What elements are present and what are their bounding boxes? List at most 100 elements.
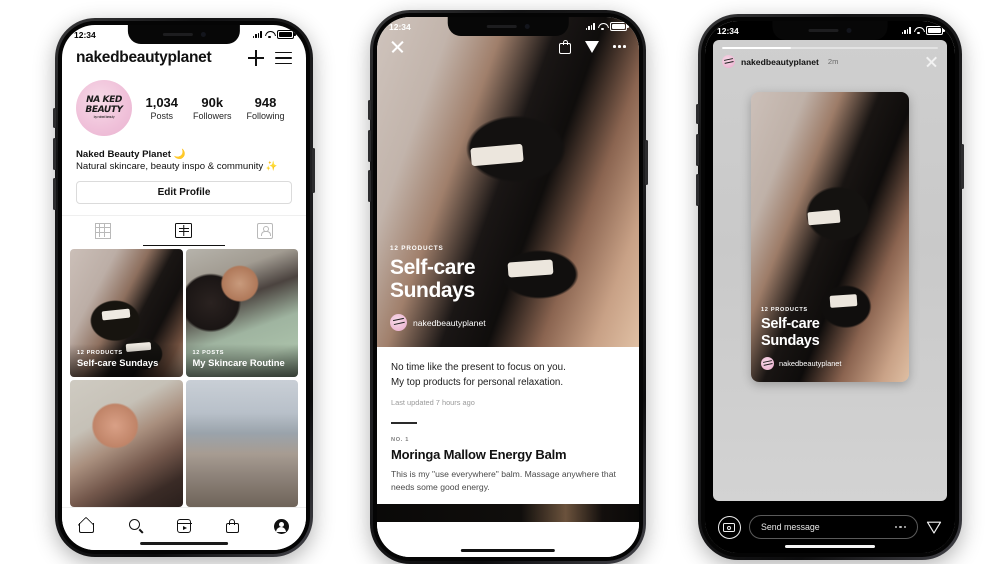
phone-volume-down-button: [368, 170, 371, 202]
avatar-logo-tagline: by naked beauty: [93, 115, 115, 120]
battery-icon: [610, 21, 629, 32]
stat-posts[interactable]: 1,034 Posts: [145, 95, 178, 121]
guide-card[interactable]: 12 POSTS My Skincare Routine: [185, 249, 298, 377]
phone-power-button: [645, 140, 648, 185]
product-image-strip: [377, 504, 639, 523]
camera-icon[interactable]: [718, 515, 741, 539]
profile-header-actions: [248, 50, 292, 66]
phone-mute-switch: [696, 104, 699, 124]
guide-title: Self-care Sundays: [390, 256, 626, 303]
guides-grid: 12 PRODUCTS Self-care Sundays 12 POSTS M…: [62, 246, 306, 507]
guide-card-overlay: 12 PRODUCTS Self-care Sundays: [70, 343, 183, 377]
cellular-signal-icon: [901, 27, 911, 34]
send-paper-plane-icon[interactable]: [585, 40, 600, 54]
story-card-author-row: nakedbeautyplanet: [761, 357, 899, 370]
guide-title-line1: Self-care: [390, 255, 476, 279]
product-title: Moringa Mallow Energy Balm: [391, 446, 567, 462]
status-bar: 12:34: [62, 25, 306, 44]
story-shared-guide-card[interactable]: 12 PRODUCTS Self-care Sundays nakedbeaut…: [751, 92, 909, 382]
story-card-text: 12 PRODUCTS Self-care Sundays nakedbeaut…: [761, 307, 899, 370]
story-username[interactable]: nakedbeautyplanet: [741, 57, 819, 67]
profile-screen-content: nakedbeautyplanet NA KED BEAUTY by naked…: [62, 25, 306, 550]
phone-screen-profile: 12:34 nakedbeautyplanet NA KED BEAUTY by…: [62, 25, 306, 550]
avatar[interactable]: [722, 55, 735, 68]
guide-card-kicker: 12 POSTS: [192, 349, 225, 356]
close-x-icon[interactable]: [390, 39, 405, 54]
send-paper-plane-icon[interactable]: [926, 519, 942, 535]
hamburger-menu-icon[interactable]: [275, 51, 292, 65]
guide-author-name: nakedbeautyplanet: [413, 317, 486, 328]
stat-followers[interactable]: 90k Followers: [193, 95, 232, 121]
story-timestamp: 2m: [827, 57, 839, 66]
guide-author-row[interactable]: nakedbeautyplanet: [390, 314, 626, 331]
guide-card-title: Self-care Sundays: [77, 356, 159, 368]
avatar: [390, 314, 407, 331]
battery-icon: [926, 25, 945, 36]
screenshot-stage: 12:34 nakedbeautyplanet NA KED BEAUTY by…: [0, 0, 1000, 564]
guide-title-line2: Sundays: [390, 279, 475, 303]
shopping-bag-icon[interactable]: [226, 519, 240, 533]
wifi-icon: [598, 23, 607, 30]
profile-header: nakedbeautyplanet: [76, 49, 292, 67]
profile-stats-row: NA KED BEAUTY by naked beauty 1,034 Post…: [76, 80, 292, 136]
plus-icon[interactable]: [248, 50, 264, 66]
page-title: nakedbeautyplanet: [76, 49, 212, 66]
phone-guide-mockup: 12:34 12 PRODUCTS Self-care Sundays nake…: [368, 10, 648, 564]
status-bar: 12:34: [377, 17, 639, 36]
guide-intro-line2: My top products for personal relaxation.: [391, 376, 564, 388]
jar-label-band: [829, 294, 858, 309]
status-time: 12:34: [389, 21, 411, 32]
reels-icon[interactable]: [176, 519, 192, 533]
home-indicator: [140, 541, 228, 545]
close-x-icon[interactable]: [925, 55, 938, 68]
shopping-bag-icon[interactable]: [559, 39, 572, 54]
guide-screen-content: 12 PRODUCTS Self-care Sundays nakedbeaut…: [377, 17, 639, 557]
story-progress-bar: [722, 47, 938, 49]
product-description: This is my "use everywhere" balm. Massag…: [391, 469, 616, 493]
tab-grid[interactable]: [62, 216, 143, 246]
search-icon[interactable]: [128, 519, 143, 533]
phone-screen-story: 12:34 nakedbeautyplanet 2m 12 PRODUCTS S…: [705, 21, 955, 553]
guide-last-updated: Last updated 7 hours ago: [391, 398, 475, 408]
profile-tab-bar: [62, 215, 306, 246]
guide-hero-text: 12 PRODUCTS Self-care Sundays nakedbeaut…: [390, 245, 626, 331]
story-viewport[interactable]: nakedbeautyplanet 2m 12 PRODUCTS Self-ca…: [713, 40, 947, 501]
home-indicator: [460, 548, 556, 552]
jar-label-band: [807, 209, 840, 226]
phone-mute-switch: [53, 108, 56, 128]
tab-tagged[interactable]: [225, 216, 306, 246]
guide-top-bar: [377, 39, 639, 54]
guide-card[interactable]: [70, 379, 183, 507]
profile-avatar-icon[interactable]: [273, 518, 289, 534]
status-bar: 12:34: [705, 21, 955, 40]
avatar[interactable]: NA KED BEAUTY by naked beauty: [76, 80, 132, 136]
cellular-signal-icon: [252, 31, 262, 38]
phone-profile-mockup: 12:34 nakedbeautyplanet NA KED BEAUTY by…: [53, 18, 315, 557]
more-options-icon[interactable]: [613, 45, 626, 48]
home-indicator: [785, 544, 875, 548]
avatar: [761, 357, 774, 370]
guide-body: No time like the present to focus on you…: [377, 347, 639, 557]
battery-icon: [277, 29, 296, 40]
stat-following[interactable]: 948 Following: [246, 95, 284, 121]
phone-power-button: [961, 144, 964, 189]
jar-label-band: [470, 143, 525, 166]
more-options-icon[interactable]: [894, 525, 906, 529]
guide-kicker: 12 PRODUCTS: [390, 244, 444, 252]
edit-profile-button[interactable]: Edit Profile: [76, 181, 292, 204]
avatar-logo-line2: BEAUTY: [84, 104, 124, 115]
stat-posts-label: Posts: [150, 111, 174, 121]
guide-card[interactable]: [185, 379, 298, 507]
stat-followers-label: Followers: [193, 111, 232, 121]
send-message-placeholder: Send message: [761, 522, 820, 532]
tagged-person-icon: [257, 222, 274, 239]
phone-volume-up-button: [53, 138, 56, 170]
avatar-logo-text: NA KED BEAUTY by naked beauty: [76, 80, 132, 136]
stat-posts-value: 1,034: [145, 95, 179, 110]
home-icon[interactable]: [79, 519, 95, 533]
send-message-input[interactable]: Send message: [749, 515, 918, 539]
guide-card[interactable]: 12 PRODUCTS Self-care Sundays: [70, 249, 183, 377]
story-card-title-line2: Sundays: [761, 332, 820, 349]
tab-guides[interactable]: [143, 216, 225, 246]
guide-card-overlay: 12 POSTS My Skincare Routine: [185, 343, 298, 377]
